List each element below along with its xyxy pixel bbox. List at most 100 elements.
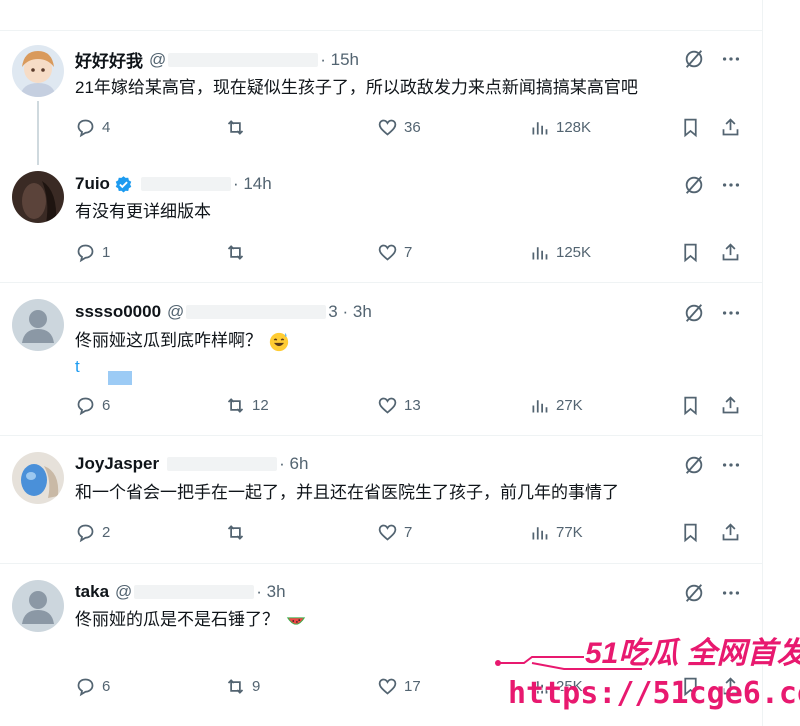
reply-icon — [77, 244, 94, 263]
grok-icon[interactable] — [683, 174, 705, 196]
retweet-button[interactable]: 12 — [225, 395, 269, 416]
more-icon[interactable] — [720, 174, 742, 196]
more-icon[interactable] — [720, 302, 742, 324]
tweet-actions: 2 7 77K — [75, 522, 745, 546]
like-button[interactable]: 17 — [377, 676, 421, 697]
verified-badge-icon — [115, 175, 132, 192]
reply-button[interactable]: 4 — [75, 117, 110, 138]
avatar[interactable] — [12, 299, 64, 351]
watermark-circuit-decoration — [495, 656, 642, 670]
grok-icon[interactable] — [683, 302, 705, 324]
avatar[interactable] — [12, 45, 64, 97]
views-button[interactable]: 128K — [529, 117, 591, 138]
redacted-handle — [134, 585, 255, 599]
reply-icon — [77, 524, 94, 543]
views-button[interactable]: 125K — [529, 242, 591, 263]
timestamp[interactable]: 3 · 3h — [328, 302, 371, 322]
share-button[interactable] — [720, 242, 747, 263]
reply-button[interactable]: 2 — [75, 522, 110, 543]
retweet-button[interactable] — [225, 522, 252, 543]
share-button[interactable] — [720, 395, 747, 416]
user-name[interactable]: 好好好我 — [75, 47, 143, 72]
retweet-icon — [227, 120, 244, 135]
reply-count: 2 — [102, 524, 111, 541]
watermark-url: https://51cge6.com — [508, 676, 800, 711]
tweet-text: 有没有更详细版本 — [75, 202, 211, 221]
like-button[interactable]: 13 — [377, 395, 421, 416]
user-name[interactable]: 7uio — [75, 174, 110, 194]
tweet-4[interactable]: JoyJasper · 6h 和一个省会一把手在一起了，并且还在省医院生了孩子，… — [0, 436, 762, 564]
share-button[interactable] — [720, 117, 747, 138]
views-button[interactable]: 27K — [529, 395, 583, 416]
tweet-2[interactable]: 7uio · 14h 有没有更详细版本 1 7 125K — [0, 153, 762, 283]
reply-icon — [77, 397, 94, 416]
user-handle[interactable]: @ — [115, 582, 132, 602]
reply-icon — [77, 119, 94, 138]
reply-count: 4 — [102, 119, 111, 136]
bookmark-button[interactable] — [680, 242, 707, 263]
tweet-1[interactable]: 好好好我 @ · 15h 21年嫁给某高官，现在疑似生孩子了，所以政敌发力来点新… — [0, 31, 762, 165]
like-count: 17 — [404, 678, 421, 695]
tweet-text: 和一个省会一把手在一起了，并且还在省医院生了孩子，前几年的事情了 — [75, 483, 619, 502]
bookmark-button[interactable] — [680, 395, 707, 416]
timestamp[interactable]: · 3h — [256, 582, 285, 602]
reply-button[interactable]: 6 — [75, 395, 110, 416]
tweet-actions: 1 7 125K — [75, 242, 745, 266]
timestamp[interactable]: · 6h — [279, 454, 308, 474]
view-count: 125K — [556, 244, 592, 261]
watermelon-emoji-icon — [285, 610, 307, 632]
grok-icon[interactable] — [683, 582, 705, 604]
views-icon — [532, 122, 548, 135]
tweet-actions: 6 12 13 27K — [75, 395, 745, 419]
retweet-button[interactable] — [225, 242, 252, 263]
redacted-link — [108, 371, 132, 385]
redacted-handle — [186, 305, 327, 319]
bookmark-button[interactable] — [680, 117, 707, 138]
like-button[interactable]: 7 — [377, 522, 412, 543]
more-icon[interactable] — [720, 582, 742, 604]
bookmark-icon — [684, 523, 697, 543]
user-name[interactable]: JoyJasper — [75, 454, 159, 474]
views-button[interactable]: 77K — [529, 522, 583, 543]
timestamp[interactable]: · 15h — [320, 50, 359, 70]
views-icon — [532, 247, 548, 260]
heart-icon — [378, 244, 397, 261]
more-icon[interactable] — [720, 454, 742, 476]
share-button[interactable] — [720, 522, 747, 543]
heart-icon — [378, 524, 397, 541]
redacted-handle — [167, 457, 278, 471]
retweet-button[interactable]: 9 — [225, 676, 260, 697]
redacted-handle — [140, 177, 231, 191]
like-count: 36 — [404, 119, 421, 136]
avatar[interactable] — [12, 452, 64, 504]
like-button[interactable]: 7 — [377, 242, 412, 263]
avatar[interactable] — [12, 171, 64, 223]
retweet-icon — [227, 245, 244, 260]
user-handle[interactable]: @ — [167, 302, 184, 322]
bookmark-icon — [684, 243, 697, 263]
redacted-handle — [168, 52, 319, 67]
like-button[interactable]: 36 — [377, 117, 421, 138]
tweet-3[interactable]: sssso0000 @ 3 · 3h 佟丽娅这瓜到底咋样啊？ t 6 12 13… — [0, 283, 762, 436]
avatar[interactable] — [12, 580, 64, 632]
retweet-button[interactable] — [225, 117, 252, 138]
like-count: 13 — [404, 397, 421, 414]
timeline-feed: 好好好我 @ · 15h 21年嫁给某高官，现在疑似生孩子了，所以政敌发力来点新… — [0, 0, 763, 726]
user-handle[interactable]: @ — [149, 50, 166, 70]
like-count: 7 — [404, 524, 413, 541]
timestamp[interactable]: · 14h — [233, 174, 272, 194]
grok-icon[interactable] — [683, 454, 705, 476]
tweet-link[interactable]: t — [75, 357, 80, 377]
reply-count: 6 — [102, 678, 111, 695]
grok-icon[interactable] — [683, 48, 705, 70]
retweet-icon — [227, 398, 244, 413]
reply-button[interactable]: 1 — [75, 242, 110, 263]
reply-button[interactable]: 6 — [75, 676, 110, 697]
heart-icon — [378, 678, 397, 695]
user-name[interactable]: sssso0000 — [75, 302, 161, 322]
bookmark-button[interactable] — [680, 522, 707, 543]
view-count: 77K — [556, 524, 583, 541]
more-icon[interactable] — [720, 48, 742, 70]
tweet-text: 21年嫁给某高官，现在疑似生孩子了，所以政敌发力来点新闻搞搞某高官吧 — [75, 78, 638, 97]
user-name[interactable]: taka — [75, 582, 109, 602]
